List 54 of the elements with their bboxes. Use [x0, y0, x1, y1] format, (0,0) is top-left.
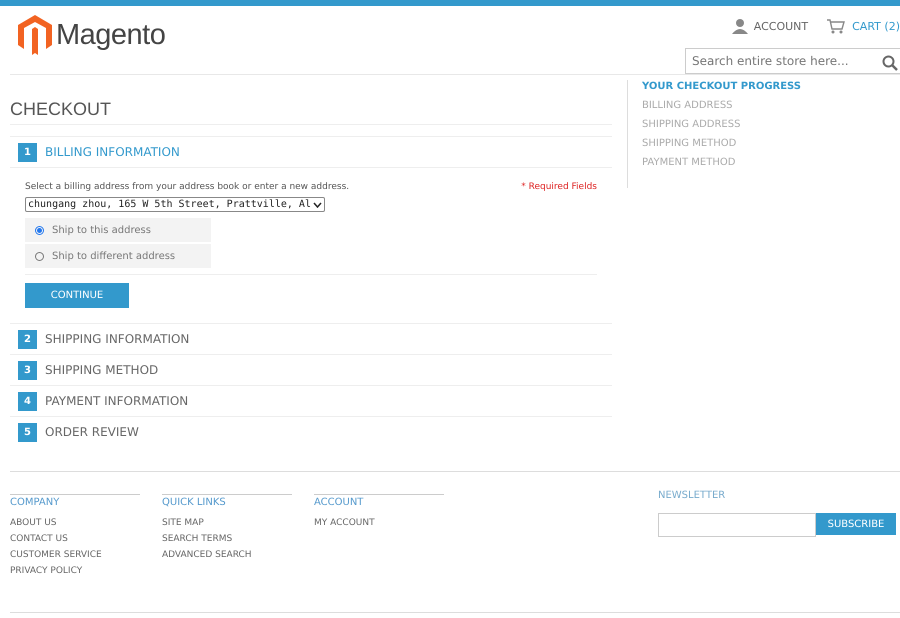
- footer-link[interactable]: SITE MAP: [162, 518, 292, 528]
- logo-text[interactable]: Magento: [56, 18, 166, 52]
- cart-icon: [826, 18, 846, 34]
- option-label: Ship to different address: [52, 250, 176, 262]
- footer-heading: QUICK LINKS: [162, 497, 227, 508]
- radio-button[interactable]: [35, 226, 44, 234]
- step-title: BILLING INFORMATION: [45, 145, 180, 159]
- step-header[interactable]: 1 BILLING INFORMATION: [10, 136, 612, 167]
- footer-link[interactable]: CUSTOMER SERVICE: [10, 550, 140, 560]
- search-field[interactable]: Search entire store here...: [685, 48, 900, 74]
- step-title: SHIPPING INFORMATION: [45, 332, 190, 346]
- step-number: 5: [18, 422, 37, 442]
- footer-heading: ACCOUNT: [314, 497, 364, 508]
- required-note: * Required Fields: [521, 182, 597, 192]
- step-number: 1: [18, 142, 37, 162]
- radio-option[interactable]: Ship to this address: [25, 218, 211, 242]
- step-header[interactable]: 5 ORDER REVIEW: [10, 416, 612, 447]
- step-header[interactable]: 3 SHIPPING METHOD: [10, 354, 612, 385]
- page-title: CHECKOUT: [10, 99, 612, 125]
- person-icon: [732, 18, 748, 34]
- cart-link[interactable]: CART (2): [826, 18, 900, 34]
- footer-link[interactable]: ADVANCED SEARCH: [162, 550, 292, 560]
- step-title: PAYMENT INFORMATION: [45, 394, 188, 408]
- step-header[interactable]: 4 PAYMENT INFORMATION: [10, 385, 612, 416]
- search-icon[interactable]: [882, 55, 898, 71]
- instruction-text: Select a billing address from your address book or enter a new address.: [25, 182, 350, 192]
- step-header[interactable]: 2 SHIPPING INFORMATION: [10, 323, 612, 354]
- step-number: 3: [18, 360, 37, 380]
- footer-link[interactable]: PRIVACY POLICY: [10, 566, 140, 576]
- continue-button[interactable]: CONTINUE: [25, 283, 129, 308]
- progress-item: BILLING ADDRESS: [642, 100, 734, 111]
- logo-icon: [18, 15, 52, 55]
- footer-heading: COMPANY: [10, 497, 60, 508]
- footer-link[interactable]: ABOUT US: [10, 518, 140, 528]
- chevron-icon: [312, 202, 322, 208]
- footer-link[interactable]: MY ACCOUNT: [314, 518, 444, 528]
- progress-item: SHIPPING METHOD: [642, 138, 738, 149]
- footer-link[interactable]: SEARCH TERMS: [162, 534, 292, 544]
- email-field[interactable]: [658, 513, 816, 537]
- radio-button[interactable]: [35, 252, 44, 260]
- progress-item: SHIPPING ADDRESS: [642, 119, 742, 130]
- step-number: 2: [18, 330, 37, 348]
- footer-link[interactable]: CONTACT US: [10, 534, 140, 544]
- address-dropdown[interactable]: chungang zhou, 165 W 5th Street, Prattville, Al: [25, 197, 325, 212]
- newsletter-title: NEWSLETTER: [658, 490, 726, 501]
- option-label: Ship to this address: [52, 224, 151, 236]
- step-title: SHIPPING METHOD: [45, 363, 158, 377]
- account-link[interactable]: ACCOUNT: [732, 18, 808, 34]
- subscribe-button[interactable]: SUBSCRIBE: [816, 513, 896, 535]
- progress-title: YOUR CHECKOUT PROGRESS: [642, 81, 802, 92]
- radio-option[interactable]: Ship to different address: [25, 244, 211, 268]
- progress-item: PAYMENT METHOD: [642, 157, 736, 168]
- step-title: ORDER REVIEW: [45, 425, 139, 439]
- step-number: 4: [18, 392, 37, 410]
